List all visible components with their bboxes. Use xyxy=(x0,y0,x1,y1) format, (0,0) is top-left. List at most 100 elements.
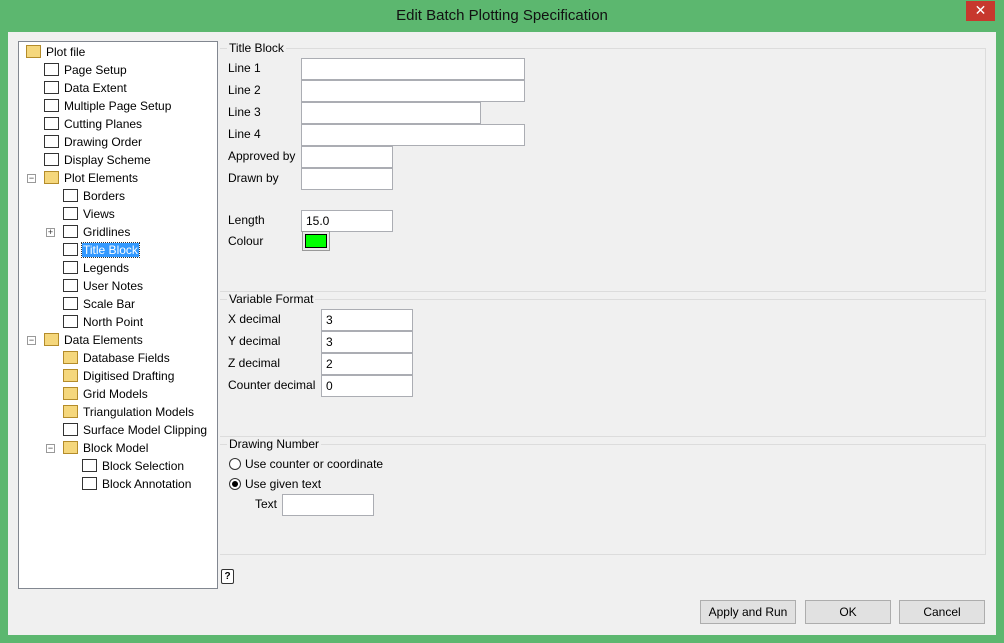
collapse-icon[interactable]: − xyxy=(27,336,36,345)
tree-item-label: North Point xyxy=(83,315,144,329)
counter-decimal-label: Counter decimal xyxy=(228,378,316,392)
plot-tree[interactable]: Plot file Page Setup Data Extent Multiple P… xyxy=(18,41,218,589)
tree-item-label: Surface Model Clipping xyxy=(83,423,208,437)
item-icon xyxy=(44,153,59,166)
line3-input[interactable] xyxy=(301,102,481,124)
expand-icon[interactable]: + xyxy=(46,228,55,237)
collapse-icon[interactable]: − xyxy=(27,174,36,183)
text-input[interactable] xyxy=(282,494,374,516)
y-decimal-input[interactable]: 3 xyxy=(321,331,413,353)
tree-item-label: Views xyxy=(83,207,115,221)
cancel-button[interactable]: Cancel xyxy=(899,600,985,624)
tree-item[interactable]: Grid Models xyxy=(63,385,149,403)
colour-label: Colour xyxy=(228,234,264,248)
approved-by-label: Approved by xyxy=(228,149,296,163)
x-decimal-input[interactable]: 3 xyxy=(321,309,413,331)
tree-item[interactable]: Drawing Order xyxy=(44,133,143,151)
approved-by-input[interactable] xyxy=(301,146,393,168)
tree-item-label: Multiple Page Setup xyxy=(64,99,172,113)
item-icon xyxy=(44,63,59,76)
tree-item-label: Triangulation Models xyxy=(83,405,194,419)
tree-item[interactable]: Triangulation Models xyxy=(63,403,195,421)
tree-item-label: Grid Models xyxy=(83,387,148,401)
tree-item-label: Block Model xyxy=(83,441,149,455)
colour-button[interactable] xyxy=(302,231,330,251)
folder-icon xyxy=(63,387,78,400)
tree-item[interactable]: Block Selection xyxy=(82,457,185,475)
tree-item[interactable]: North Point xyxy=(63,313,144,331)
tree-item[interactable]: Block Annotation xyxy=(82,475,192,493)
z-decimal-label: Z decimal xyxy=(228,356,281,370)
tree-item[interactable]: Database Fields xyxy=(63,349,171,367)
tree-item-label: Drawing Order xyxy=(64,135,143,149)
length-input[interactable]: 15.0 xyxy=(301,210,393,232)
tree-item-label: Block Selection xyxy=(102,459,185,473)
item-icon xyxy=(63,261,78,274)
item-icon xyxy=(63,423,78,436)
tree-item[interactable]: Surface Model Clipping xyxy=(63,421,208,439)
group-title: Variable Format xyxy=(227,292,316,306)
item-icon xyxy=(63,315,78,328)
line2-label: Line 2 xyxy=(228,83,261,97)
tree-item[interactable]: Title Block xyxy=(63,241,140,259)
line4-label: Line 4 xyxy=(228,127,261,141)
counter-decimal-input[interactable]: 0 xyxy=(321,375,413,397)
collapse-icon[interactable]: − xyxy=(46,444,55,453)
apply-and-run-button[interactable]: Apply and Run xyxy=(700,600,796,624)
y-decimal-label: Y decimal xyxy=(228,334,281,348)
close-button[interactable]: ✕ xyxy=(966,1,995,21)
tree-item[interactable]: Borders xyxy=(63,187,126,205)
tree-item[interactable]: Block Model xyxy=(63,439,149,457)
tree-item[interactable]: Page Setup xyxy=(44,61,128,79)
tree-item[interactable]: Data Extent xyxy=(44,79,128,97)
tree-item[interactable]: Gridlines xyxy=(63,223,131,241)
tree-item-label: Display Scheme xyxy=(64,153,151,167)
tree-item[interactable]: Display Scheme xyxy=(44,151,152,169)
folder-icon xyxy=(26,45,41,58)
tree-item-label: Legends xyxy=(83,261,130,275)
tree-item[interactable]: User Notes xyxy=(63,277,144,295)
item-icon xyxy=(82,477,97,490)
line4-input[interactable] xyxy=(301,124,525,146)
tree-item[interactable]: Scale Bar xyxy=(63,295,136,313)
item-icon xyxy=(44,117,59,130)
tree-item-label: Data Extent xyxy=(64,81,127,95)
tree-item-label: Scale Bar xyxy=(83,297,136,311)
item-icon xyxy=(44,99,59,112)
tree-item[interactable]: Digitised Drafting xyxy=(63,367,175,385)
tree-item-label: Plot Elements xyxy=(64,171,139,185)
item-icon xyxy=(44,81,59,94)
tree-item[interactable]: Multiple Page Setup xyxy=(44,97,172,115)
item-icon xyxy=(82,459,97,472)
text-label: Text xyxy=(255,497,278,511)
tree-item[interactable]: Legends xyxy=(63,259,130,277)
tree-item-label: Cutting Planes xyxy=(64,117,143,131)
line3-label: Line 3 xyxy=(228,105,261,119)
tree-item-label: Database Fields xyxy=(83,351,170,365)
tree-item[interactable]: Data Elements xyxy=(44,331,144,349)
tree-item[interactable]: Plot file xyxy=(26,43,86,61)
tree-item[interactable]: Cutting Planes xyxy=(44,115,143,133)
tree-item[interactable]: Views xyxy=(63,205,116,223)
folder-icon xyxy=(63,441,78,454)
folder-icon xyxy=(63,405,78,418)
tree-item[interactable]: Plot Elements xyxy=(44,169,139,187)
ok-button[interactable]: OK xyxy=(805,600,891,624)
tree-item-label: Block Annotation xyxy=(102,477,192,491)
line1-input[interactable] xyxy=(301,58,525,80)
window-title: Edit Batch Plotting Specification xyxy=(396,7,608,24)
line2-input[interactable] xyxy=(301,80,525,102)
z-decimal-input[interactable]: 2 xyxy=(321,353,413,375)
group-title: Title Block xyxy=(227,41,286,55)
radio-label: Use given text xyxy=(245,477,322,491)
folder-icon xyxy=(63,351,78,364)
use-counter-radio[interactable]: Use counter or coordinate xyxy=(229,457,383,471)
folder-icon xyxy=(63,369,78,382)
use-given-text-radio[interactable]: Use given text xyxy=(229,477,321,491)
item-icon xyxy=(63,189,78,202)
drawn-by-input[interactable] xyxy=(301,168,393,190)
tree-item-label: Borders xyxy=(83,189,126,203)
tree-item-label: Data Elements xyxy=(64,333,143,347)
folder-icon xyxy=(44,171,59,184)
help-icon[interactable]: ? xyxy=(221,569,234,584)
